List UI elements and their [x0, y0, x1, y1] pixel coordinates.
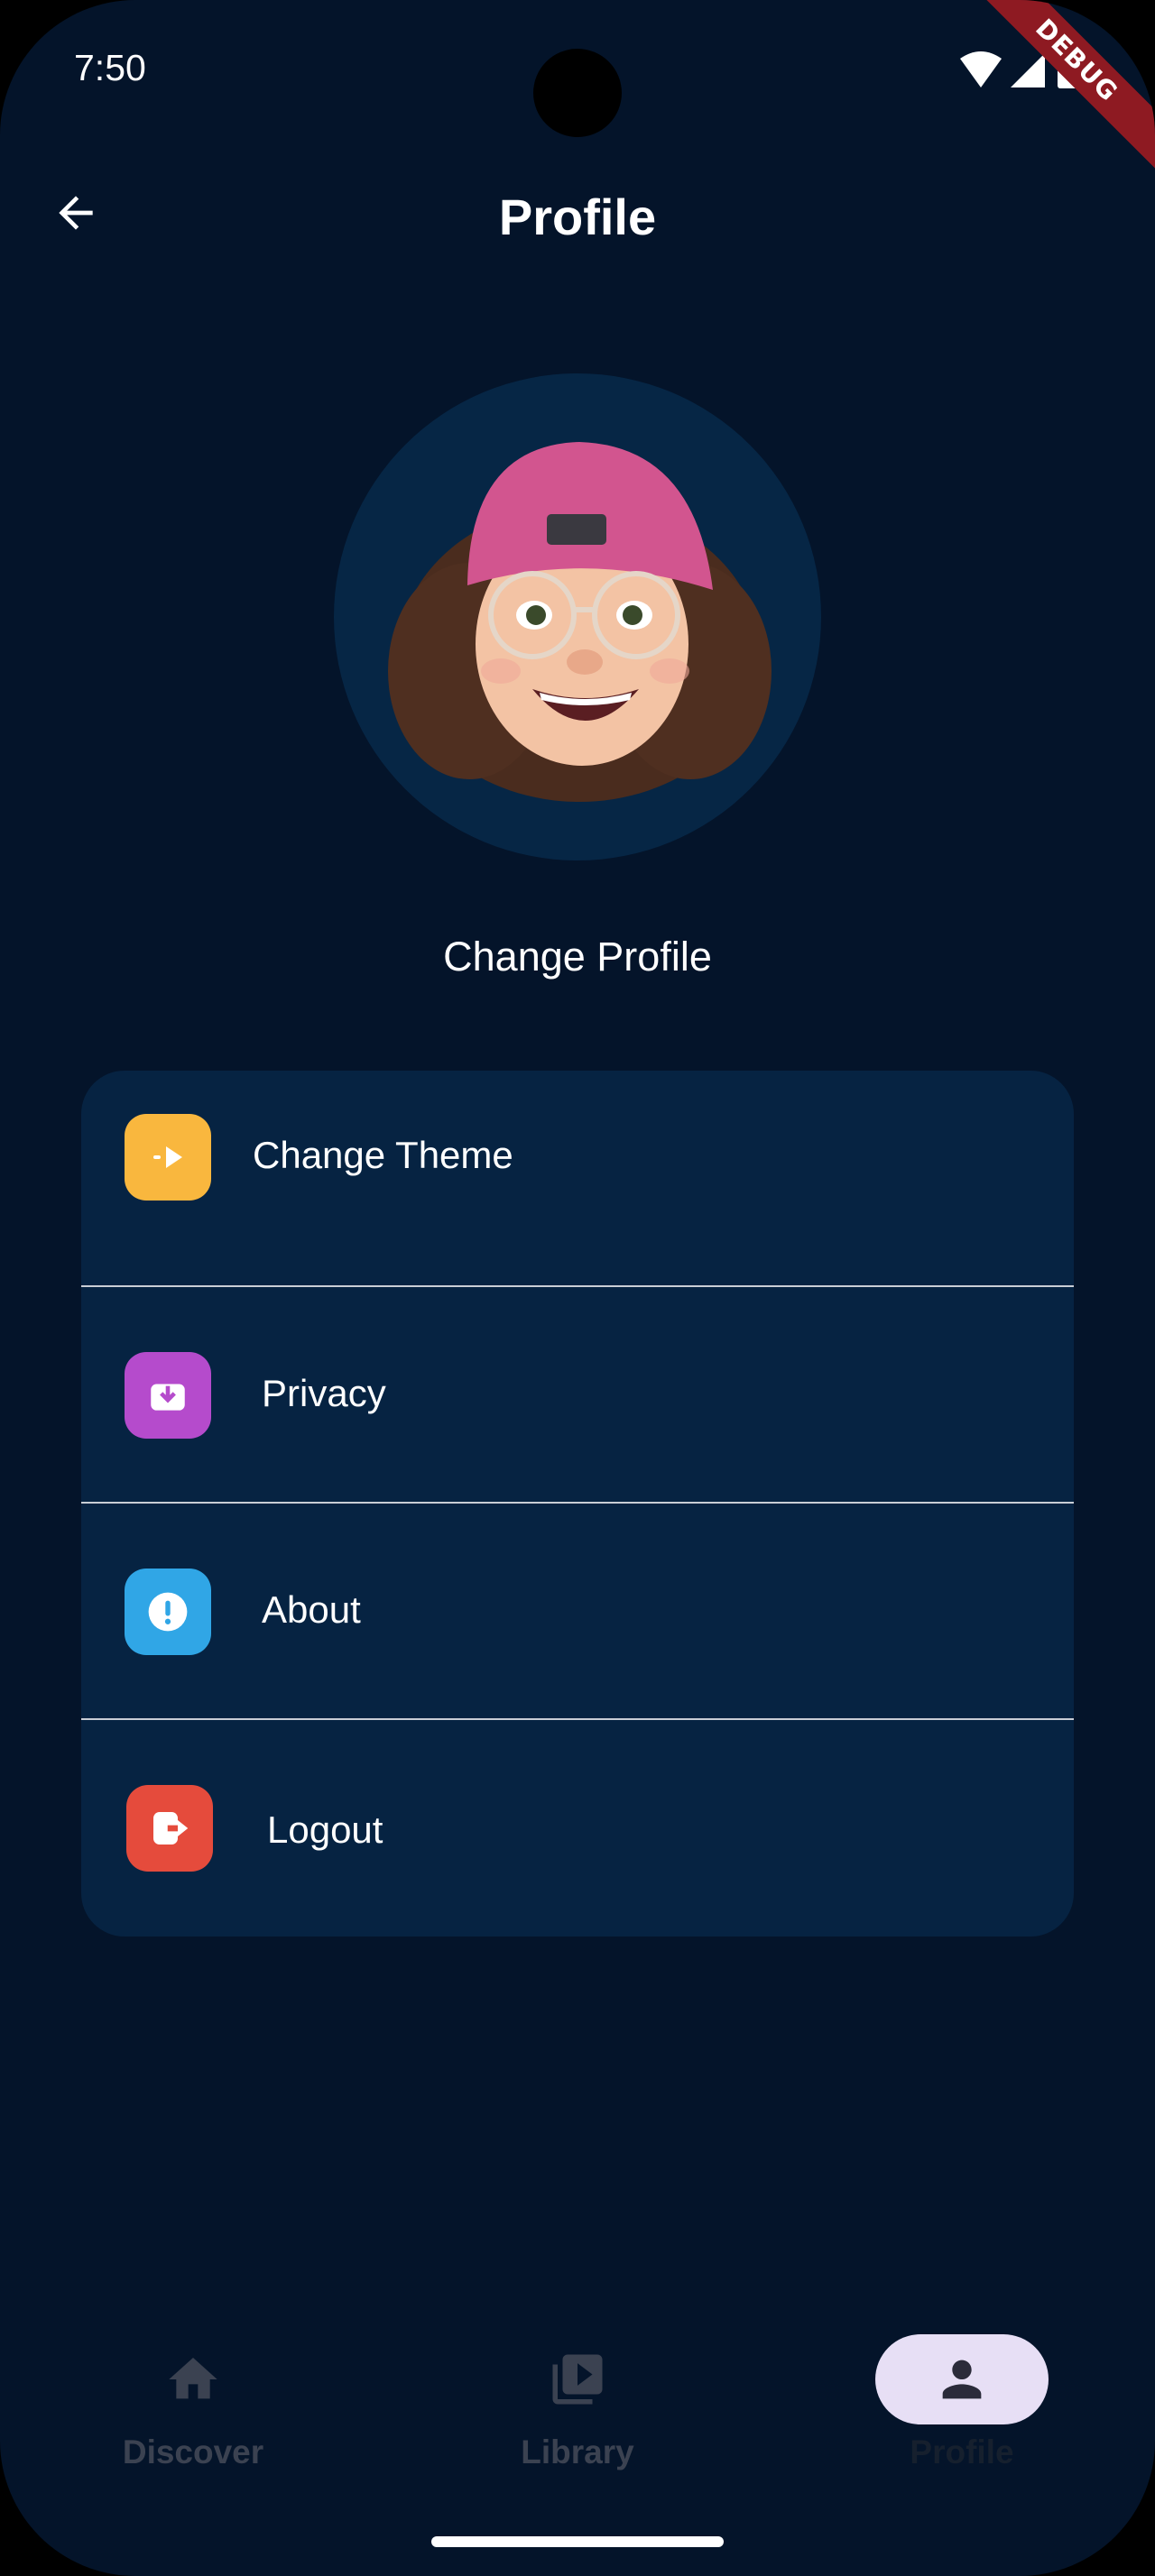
change-profile-button[interactable]: Change Profile	[0, 934, 1155, 980]
nav-item-library[interactable]: Library	[460, 2327, 695, 2480]
logout-icon	[126, 1785, 213, 1872]
about-icon	[125, 1569, 211, 1655]
avatar[interactable]	[334, 373, 821, 860]
nav-label: Profile	[910, 2433, 1014, 2470]
nav-label: Library	[521, 2433, 634, 2470]
camera-cutout	[533, 49, 622, 137]
library-icon	[491, 2334, 664, 2424]
menu-item-change-theme[interactable]: Change Theme	[81, 1071, 1074, 1287]
phone-screen: 7:50 DEBUG Profile Change Profile Change…	[0, 0, 1155, 2576]
menu-item-label: Logout	[267, 1808, 383, 1851]
nav-label: Discover	[122, 2433, 264, 2470]
menu-item-logout[interactable]: Logout	[81, 1720, 1074, 1937]
settings-menu: Change Theme Privacy About Logout	[81, 1071, 1074, 1937]
memoji-avatar-image	[388, 442, 772, 802]
page-title: Profile	[498, 189, 657, 245]
theme-icon	[125, 1114, 211, 1201]
menu-item-label: Change Theme	[253, 1134, 513, 1176]
privacy-icon	[125, 1352, 211, 1439]
menu-item-privacy[interactable]: Privacy	[81, 1287, 1074, 1504]
signal-icon	[1011, 53, 1045, 87]
menu-item-label: Privacy	[262, 1372, 386, 1414]
wifi-icon	[960, 51, 1002, 87]
home-indicator[interactable]	[431, 2536, 724, 2547]
home-icon	[106, 2334, 280, 2424]
menu-item-about[interactable]: About	[81, 1504, 1074, 1720]
person-icon	[875, 2334, 1049, 2424]
nav-item-profile[interactable]: Profile	[845, 2327, 1079, 2480]
status-time: 7:50	[74, 47, 146, 88]
nav-item-discover[interactable]: Discover	[76, 2327, 310, 2480]
menu-item-label: About	[262, 1588, 361, 1631]
